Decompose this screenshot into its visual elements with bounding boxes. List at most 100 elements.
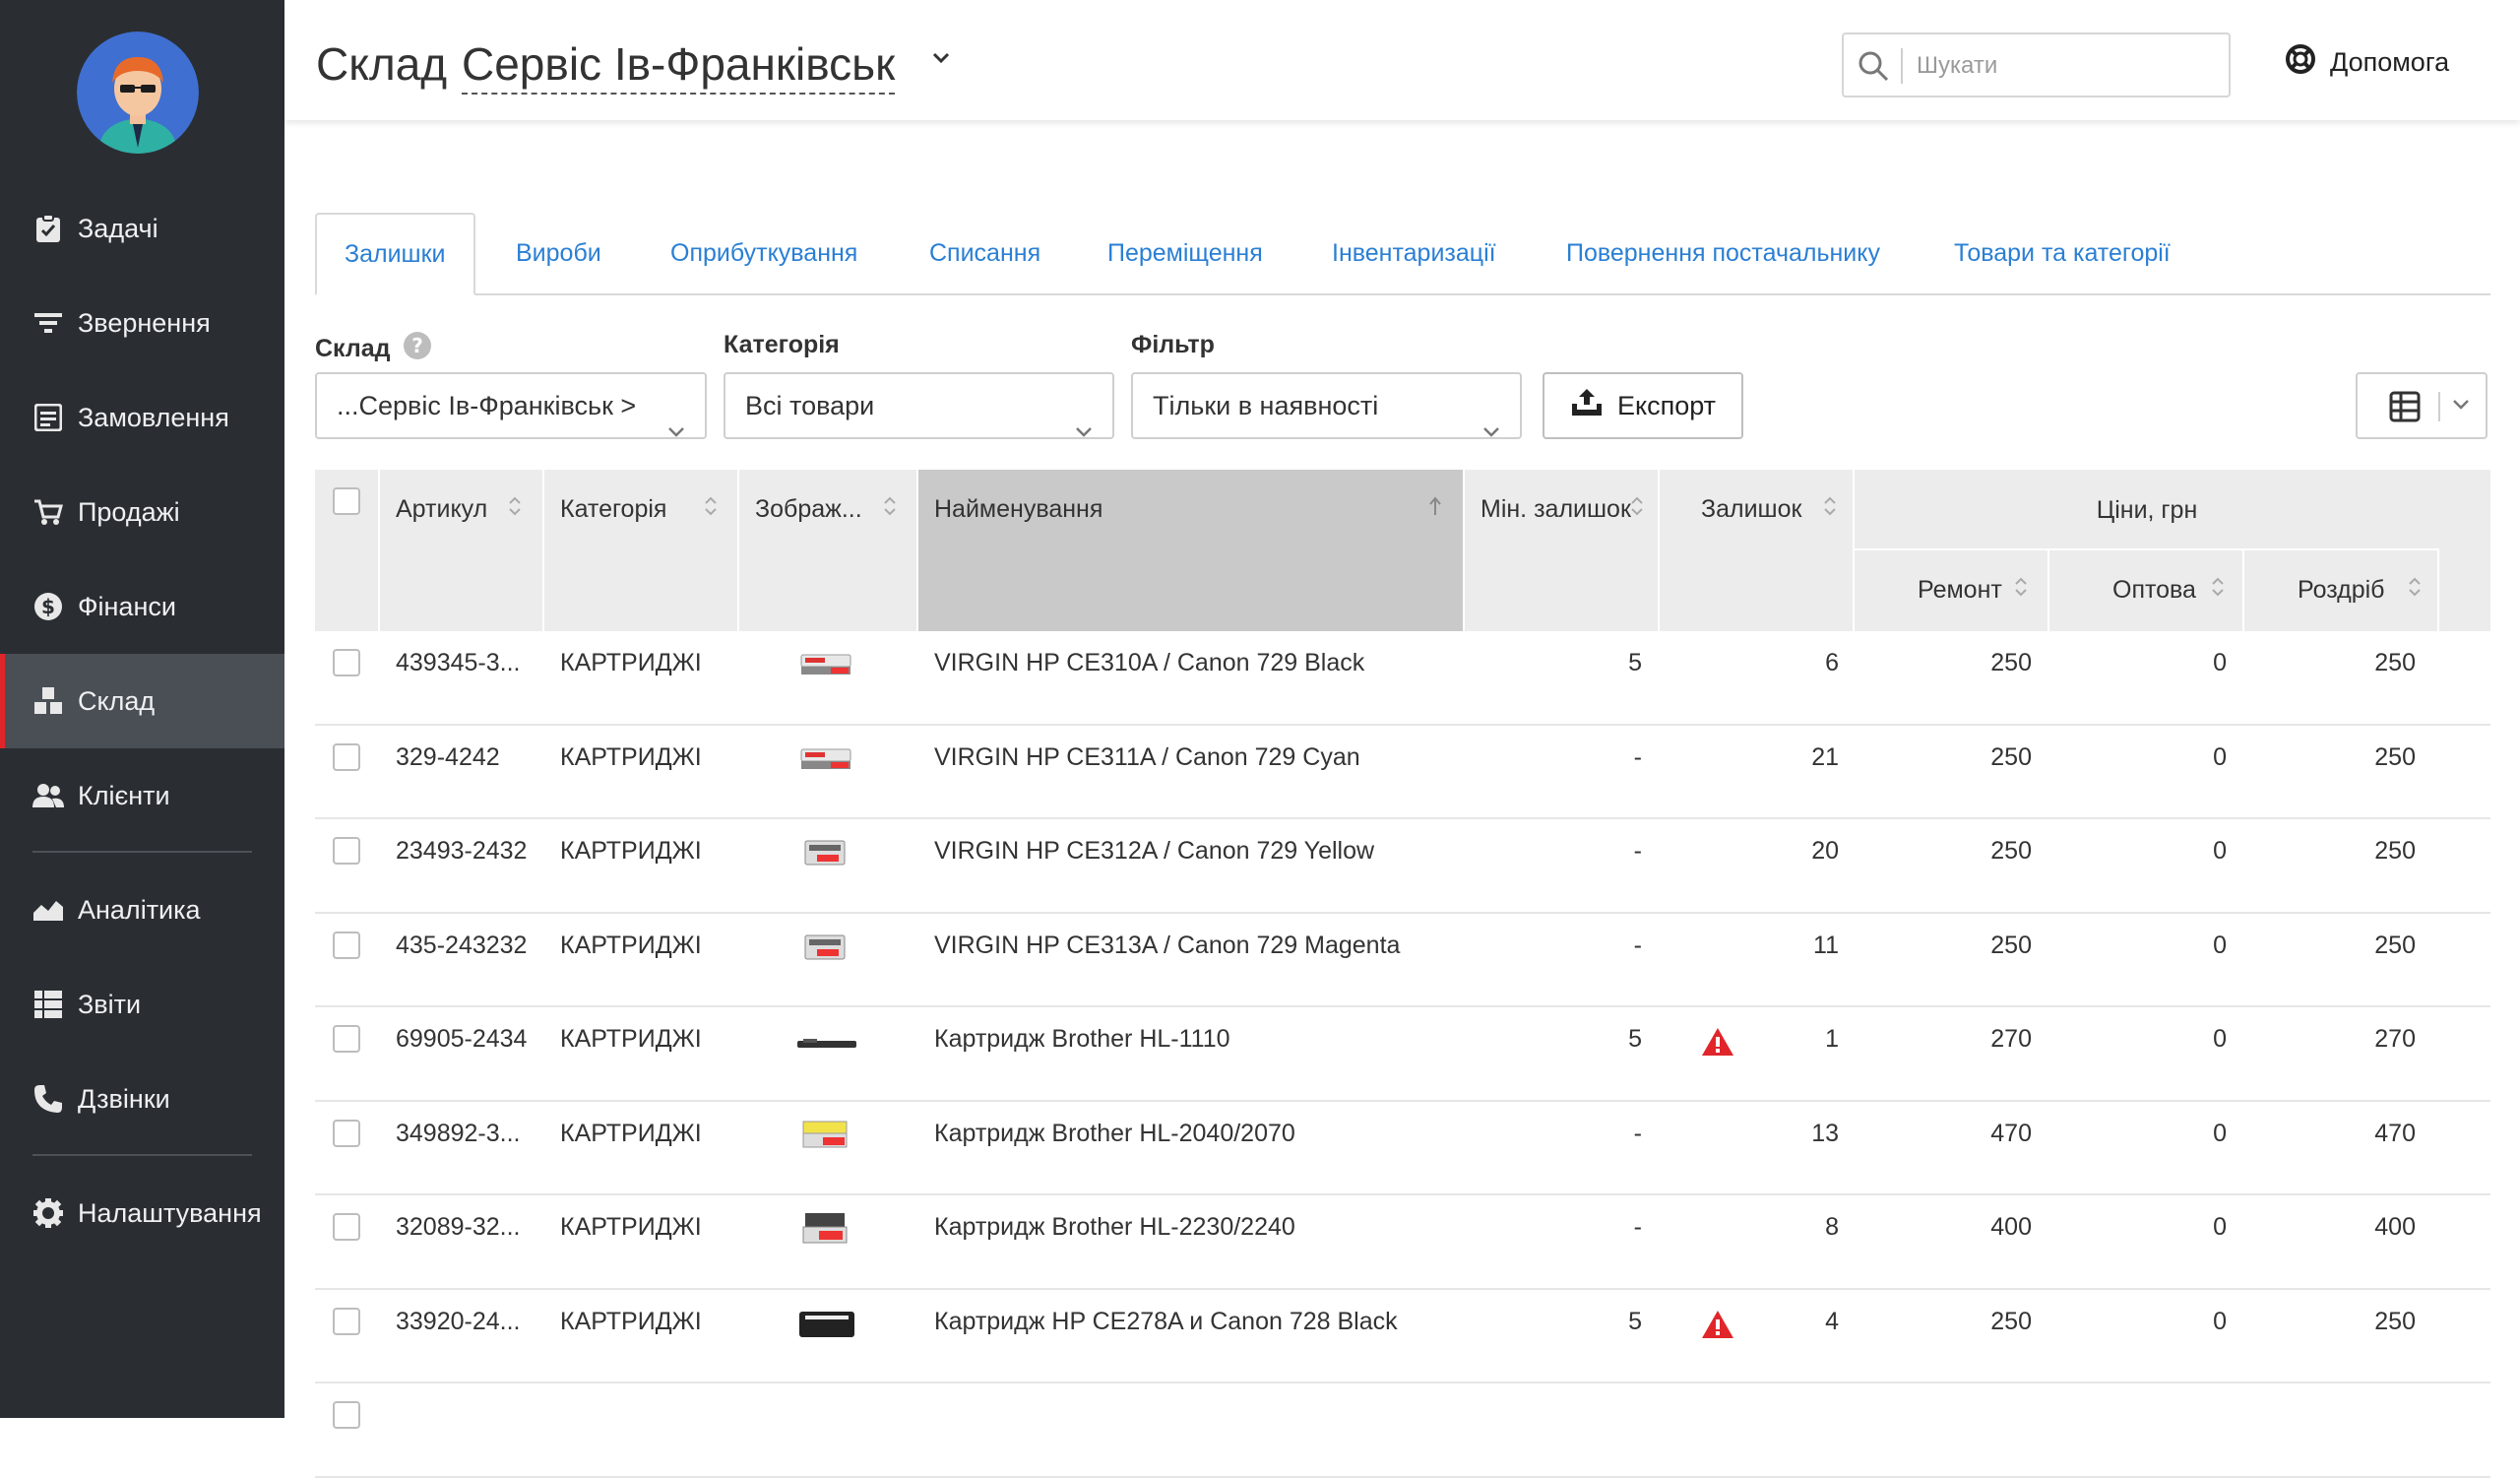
column-header-min-stock[interactable]: Мін. залишок: [1465, 470, 1660, 631]
tab-products[interactable]: Вироби: [516, 213, 601, 293]
sidebar-item-clients[interactable]: Клієнти: [0, 748, 284, 843]
chevron-down-icon: [667, 398, 685, 461]
search-input[interactable]: [1915, 42, 2214, 90]
cell-price-wholesale: 0: [2213, 1119, 2227, 1147]
table-row[interactable]: 32089-32... КАРТРИДЖІ Картридж Brother HL-…: [315, 1195, 2490, 1290]
table-row[interactable]: 329-4242 КАРТРИДЖІ VIRGIN HP CE311A / Cano…: [315, 726, 2490, 819]
column-header-image[interactable]: Зображ...: [739, 470, 918, 631]
table-row[interactable]: 33920-24... КАРТРИДЖІ Картридж HP CE278A и…: [315, 1290, 2490, 1383]
lifebuoy-icon: [2285, 43, 2316, 82]
cell-min-stock: -: [1633, 931, 1642, 959]
row-checkbox[interactable]: [333, 1307, 360, 1335]
stock-table: Артикул Категорія Зображ... Найменування…: [315, 470, 2490, 1478]
sidebar-item-tasks[interactable]: Задачі: [0, 181, 284, 276]
product-thumbnail[interactable]: [797, 835, 856, 875]
product-thumbnail[interactable]: [797, 1023, 856, 1063]
cell-sku: 349892-3...: [396, 1119, 521, 1147]
table-row[interactable]: 23493-2432 КАРТРИДЖІ VIRGIN HP CE312A / Ca…: [315, 819, 2490, 914]
cell-name[interactable]: Картридж Brother HL-2230/2240: [934, 1195, 1295, 1289]
product-thumbnail[interactable]: [797, 930, 856, 970]
tab-write-off[interactable]: Списання: [929, 213, 1040, 293]
search-box[interactable]: [1842, 32, 2231, 97]
column-header-name[interactable]: Найменування: [918, 470, 1465, 631]
row-checkbox[interactable]: [333, 1401, 360, 1429]
cell-stock: 6: [1825, 649, 1839, 676]
cell-price-wholesale: 0: [2213, 1025, 2227, 1053]
store-selector[interactable]: Сервіс Ів-Франківськ: [462, 37, 896, 95]
chevron-down-icon: [1075, 398, 1093, 461]
question-icon[interactable]: ?: [403, 331, 432, 367]
cell-price-retail: 250: [2374, 931, 2416, 959]
tab-goods-categories[interactable]: Товари та категорії: [1954, 213, 2171, 293]
cell-category: КАРТРИДЖІ: [560, 1119, 702, 1147]
cell-name[interactable]: Картридж Brother HL-2040/2070: [934, 1102, 1295, 1195]
order-list-icon: [32, 402, 64, 433]
table-row[interactable]: 349892-3... КАРТРИДЖІ Картридж Brother HL-…: [315, 1102, 2490, 1195]
sidebar-item-requests[interactable]: Звернення: [0, 276, 284, 370]
tab-transfers[interactable]: Переміщення: [1107, 213, 1263, 293]
row-checkbox[interactable]: [333, 837, 360, 865]
tab-supplier-returns[interactable]: Повернення постачальнику: [1566, 213, 1880, 293]
table-row[interactable]: 439345-3... КАРТРИДЖІ VIRGIN HP CE310A / C…: [315, 631, 2490, 726]
column-settings-button[interactable]: [2356, 372, 2488, 439]
row-checkbox[interactable]: [333, 1025, 360, 1053]
help-link[interactable]: Допомога: [2285, 43, 2449, 82]
cell-price-retail: 250: [2374, 837, 2416, 865]
sidebar-item-finance[interactable]: $ Фінанси: [0, 559, 284, 654]
row-checkbox[interactable]: [333, 742, 360, 771]
warehouse-select[interactable]: ...Сервіс Ів-Франківськ >: [315, 372, 707, 439]
product-thumbnail[interactable]: [797, 647, 856, 687]
column-header-retail[interactable]: Роздріб: [2244, 550, 2439, 631]
row-checkbox[interactable]: [333, 649, 360, 676]
cell-name[interactable]: VIRGIN HP CE312A / Canon 729 Yellow: [934, 819, 1374, 913]
column-group-prices: Ціни, грн: [1855, 470, 2439, 550]
cell-price-retail: 250: [2374, 649, 2416, 676]
availability-select[interactable]: Тільки в наявності: [1131, 372, 1522, 439]
table-row[interactable]: [315, 1383, 2490, 1478]
column-label: Зображ...: [755, 495, 862, 523]
column-header-wholesale[interactable]: Оптова: [2049, 550, 2244, 631]
column-header-stock[interactable]: Залишок: [1660, 470, 1855, 631]
sidebar-item-settings[interactable]: Налаштування: [0, 1166, 284, 1260]
cell-price-retail: 270: [2374, 1025, 2416, 1053]
row-checkbox[interactable]: [333, 1213, 360, 1241]
select-all-cell: [315, 470, 380, 631]
tab-inventory[interactable]: Інвентаризації: [1332, 213, 1496, 293]
sidebar-item-reports[interactable]: Звіти: [0, 957, 284, 1052]
tab-receiving[interactable]: Оприбуткування: [670, 213, 857, 293]
product-thumbnail[interactable]: [797, 1118, 856, 1158]
cell-name[interactable]: VIRGIN HP CE310A / Canon 729 Black: [934, 631, 1364, 725]
category-filter-label: Категорія: [724, 331, 840, 358]
cell-name[interactable]: Картридж Brother HL-1110: [934, 1007, 1230, 1101]
product-thumbnail[interactable]: [797, 1211, 856, 1252]
column-header-repair[interactable]: Ремонт: [1855, 550, 2049, 631]
column-label: Ремонт: [1918, 576, 2002, 604]
chevron-down-icon[interactable]: [932, 51, 950, 69]
table-row[interactable]: 69905-2434 КАРТРИДЖІ Картридж Brother HL-1…: [315, 1007, 2490, 1102]
tab-stock[interactable]: Залишки: [315, 213, 475, 295]
cell-name[interactable]: Картридж HP CE278A и Canon 728 Black: [934, 1290, 1398, 1383]
row-checkbox[interactable]: [333, 1119, 360, 1147]
product-thumbnail[interactable]: [797, 1306, 856, 1346]
sidebar-item-analytics[interactable]: Аналітика: [0, 863, 284, 957]
cell-category: КАРТРИДЖІ: [560, 837, 702, 865]
table-row[interactable]: 435-243232 КАРТРИДЖІ VIRGIN HP CE313A / Ca…: [315, 914, 2490, 1007]
row-checkbox[interactable]: [333, 931, 360, 959]
users-icon: [32, 780, 64, 811]
sidebar-item-orders[interactable]: Замовлення: [0, 370, 284, 465]
column-header-category[interactable]: Категорія: [544, 470, 739, 631]
sidebar-item-sales[interactable]: Продажі: [0, 465, 284, 559]
cell-name[interactable]: VIRGIN HP CE313A / Canon 729 Magenta: [934, 914, 1400, 1007]
product-thumbnail[interactable]: [797, 741, 856, 782]
sidebar-item-calls[interactable]: Дзвінки: [0, 1052, 284, 1146]
user-avatar[interactable]: [77, 32, 199, 154]
sidebar-item-label: Налаштування: [78, 1197, 262, 1228]
export-button[interactable]: Експорт: [1543, 372, 1743, 439]
sidebar-item-warehouse[interactable]: Склад: [0, 654, 284, 748]
column-header-sku[interactable]: Артикул: [380, 470, 544, 631]
cell-category: КАРТРИДЖІ: [560, 931, 702, 959]
cell-sku: 329-4242: [396, 742, 500, 771]
category-select[interactable]: Всі товари: [724, 372, 1114, 439]
select-all-checkbox[interactable]: [333, 487, 360, 515]
cell-name[interactable]: VIRGIN HP CE311A / Canon 729 Cyan: [934, 726, 1360, 819]
